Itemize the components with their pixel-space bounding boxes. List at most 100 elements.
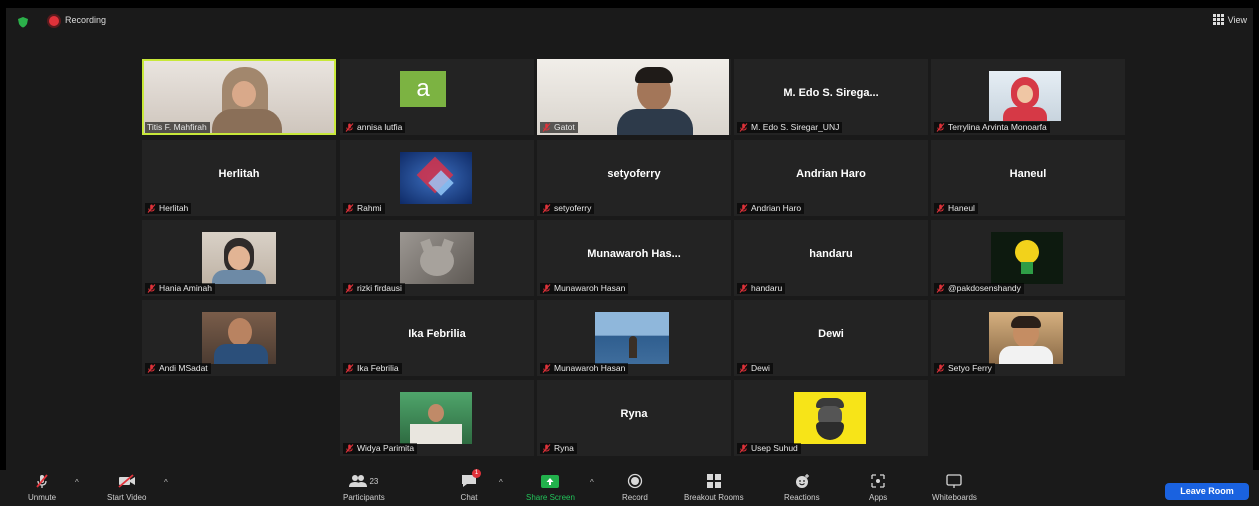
participant-name-label: Herlitah bbox=[145, 203, 192, 214]
apps-button[interactable]: Apps bbox=[869, 472, 887, 502]
participant-video bbox=[989, 71, 1061, 121]
muted-mic-icon bbox=[542, 123, 551, 132]
whiteboard-icon bbox=[946, 474, 963, 488]
muted-mic-icon bbox=[936, 123, 945, 132]
participant-video bbox=[202, 312, 276, 364]
participant-name: M. Edo S. Siregar_UNJ bbox=[751, 122, 840, 132]
participant-name: Gatot bbox=[554, 122, 575, 132]
participant-name-label: Dewi bbox=[737, 363, 773, 374]
participant-tile[interactable]: Munawaroh Hasan bbox=[537, 300, 731, 376]
participant-tile[interactable]: Andrian Haro Andrian Haro bbox=[734, 140, 928, 216]
muted-mic-icon bbox=[542, 364, 551, 373]
participants-count: 23 bbox=[369, 476, 379, 486]
participant-name-label: Rahmi bbox=[343, 203, 385, 214]
participant-name-label: Widya Parimita bbox=[343, 443, 418, 454]
muted-mic-icon bbox=[739, 364, 748, 373]
participant-tile[interactable]: Haneul Haneul bbox=[931, 140, 1125, 216]
participant-tile[interactable]: Terrylina Arvinta Monoarfa bbox=[931, 59, 1125, 135]
participant-tile[interactable]: Dewi Dewi bbox=[734, 300, 928, 376]
participants-button[interactable]: 23 Participants bbox=[343, 472, 385, 502]
participant-name: Munawaroh Hasan bbox=[554, 363, 626, 373]
participant-display-name: Dewi bbox=[818, 328, 844, 340]
muted-mic-icon bbox=[36, 474, 48, 488]
participant-name: Rahmi bbox=[357, 203, 382, 213]
participant-tile[interactable]: Ika Febrilia Ika Febrilia bbox=[340, 300, 534, 376]
participant-tile[interactable]: setyoferry setyoferry bbox=[537, 140, 731, 216]
participant-name: Herlitah bbox=[159, 203, 189, 213]
share-options-chevron-icon[interactable]: ^ bbox=[590, 478, 594, 487]
chat-label: Chat bbox=[460, 493, 478, 502]
start-video-button[interactable]: Start Video bbox=[107, 472, 146, 502]
participant-name-label: Terrylina Arvinta Monoarfa bbox=[934, 122, 1050, 133]
participant-name-label: M. Edo S. Siregar_UNJ bbox=[737, 122, 843, 133]
participant-video bbox=[400, 232, 474, 284]
participant-display-name: Andrian Haro bbox=[796, 168, 866, 180]
participant-tile[interactable]: a annisa lutfia bbox=[340, 59, 534, 135]
participant-name: @pakdosenshandy bbox=[948, 283, 1021, 293]
recording-indicator-icon[interactable] bbox=[49, 16, 59, 26]
participant-tile[interactable]: Herlitah Herlitah bbox=[142, 140, 336, 216]
muted-mic-icon bbox=[147, 204, 156, 213]
participant-name-label: setyoferry bbox=[540, 203, 595, 214]
grid-view-icon bbox=[1212, 14, 1224, 25]
share-screen-label: Share Screen bbox=[526, 493, 575, 502]
participant-tile[interactable]: Titis F. Mahfirah bbox=[142, 59, 336, 135]
share-screen-button[interactable]: Share Screen bbox=[526, 472, 575, 502]
participant-tile[interactable]: Hania Aminah bbox=[142, 220, 336, 296]
whiteboards-button[interactable]: Whiteboards bbox=[932, 472, 977, 502]
participant-tile[interactable]: Gatot bbox=[537, 59, 731, 135]
participant-tile[interactable]: Usep Suhud bbox=[734, 380, 928, 456]
audio-options-chevron-icon[interactable]: ^ bbox=[75, 478, 79, 487]
leave-room-button[interactable]: Leave Room bbox=[1165, 483, 1249, 500]
chat-button[interactable]: 1 Chat bbox=[460, 469, 481, 502]
participant-display-name: handaru bbox=[809, 248, 853, 260]
view-button[interactable]: View bbox=[1212, 14, 1247, 25]
participant-tile[interactable]: M. Edo S. Sirega... M. Edo S. Siregar_UNJ bbox=[734, 59, 928, 135]
participant-display-name: Munawaroh Has... bbox=[587, 248, 681, 260]
participant-name: setyoferry bbox=[554, 203, 592, 213]
participant-tile[interactable]: Munawaroh Has... Munawaroh Hasan bbox=[537, 220, 731, 296]
participant-name: Andrian Haro bbox=[751, 203, 802, 213]
chat-options-chevron-icon[interactable]: ^ bbox=[499, 478, 503, 487]
participant-name: rizki firdausi bbox=[357, 283, 402, 293]
participant-tile[interactable]: Setyo Ferry bbox=[931, 300, 1125, 376]
participant-name: Ryna bbox=[554, 443, 574, 453]
video-off-icon bbox=[118, 474, 135, 488]
muted-mic-icon bbox=[345, 284, 354, 293]
participant-name: Setyo Ferry bbox=[948, 363, 992, 373]
video-options-chevron-icon[interactable]: ^ bbox=[164, 478, 168, 487]
participant-tile[interactable]: handaru handaru bbox=[734, 220, 928, 296]
muted-mic-icon bbox=[739, 123, 748, 132]
participant-tile[interactable]: @pakdosenshandy bbox=[931, 220, 1125, 296]
security-shield-icon[interactable] bbox=[17, 16, 29, 28]
breakout-rooms-button[interactable]: Breakout Rooms bbox=[684, 472, 744, 502]
muted-mic-icon bbox=[739, 204, 748, 213]
start-video-label: Start Video bbox=[107, 493, 147, 502]
unmute-button[interactable]: Unmute bbox=[28, 472, 56, 502]
participant-tile[interactable]: Ryna Ryna bbox=[537, 380, 731, 456]
participant-name-label: Gatot bbox=[540, 122, 578, 133]
participant-video bbox=[202, 232, 276, 284]
record-button[interactable]: Record bbox=[622, 472, 648, 502]
unmute-label: Unmute bbox=[28, 493, 57, 502]
participant-tile[interactable]: Andi MSadat bbox=[142, 300, 336, 376]
participant-name-label: Andi MSadat bbox=[145, 363, 211, 374]
participant-name: Hania Aminah bbox=[159, 283, 212, 293]
reactions-icon bbox=[795, 474, 809, 488]
participant-name-label: Titis F. Mahfirah bbox=[145, 122, 210, 133]
reactions-button[interactable]: Reactions bbox=[784, 472, 820, 502]
participant-name: Andi MSadat bbox=[159, 363, 208, 373]
top-bar: Recording View bbox=[0, 0, 1259, 40]
participant-name-label: Usep Suhud bbox=[737, 443, 801, 454]
participant-tile[interactable]: Widya Parimita bbox=[340, 380, 534, 456]
participant-tile[interactable]: rizki firdausi bbox=[340, 220, 534, 296]
muted-mic-icon bbox=[936, 284, 945, 293]
participant-name-label: @pakdosenshandy bbox=[934, 283, 1024, 294]
participant-name-label: Andrian Haro bbox=[737, 203, 805, 214]
participant-name-label: Munawaroh Hasan bbox=[540, 283, 629, 294]
participant-display-name: Haneul bbox=[1009, 168, 1047, 180]
muted-mic-icon bbox=[345, 204, 354, 213]
participant-name: annisa lutfia bbox=[357, 122, 403, 132]
participant-tile[interactable]: Rahmi bbox=[340, 140, 534, 216]
apps-label: Apps bbox=[869, 493, 888, 502]
